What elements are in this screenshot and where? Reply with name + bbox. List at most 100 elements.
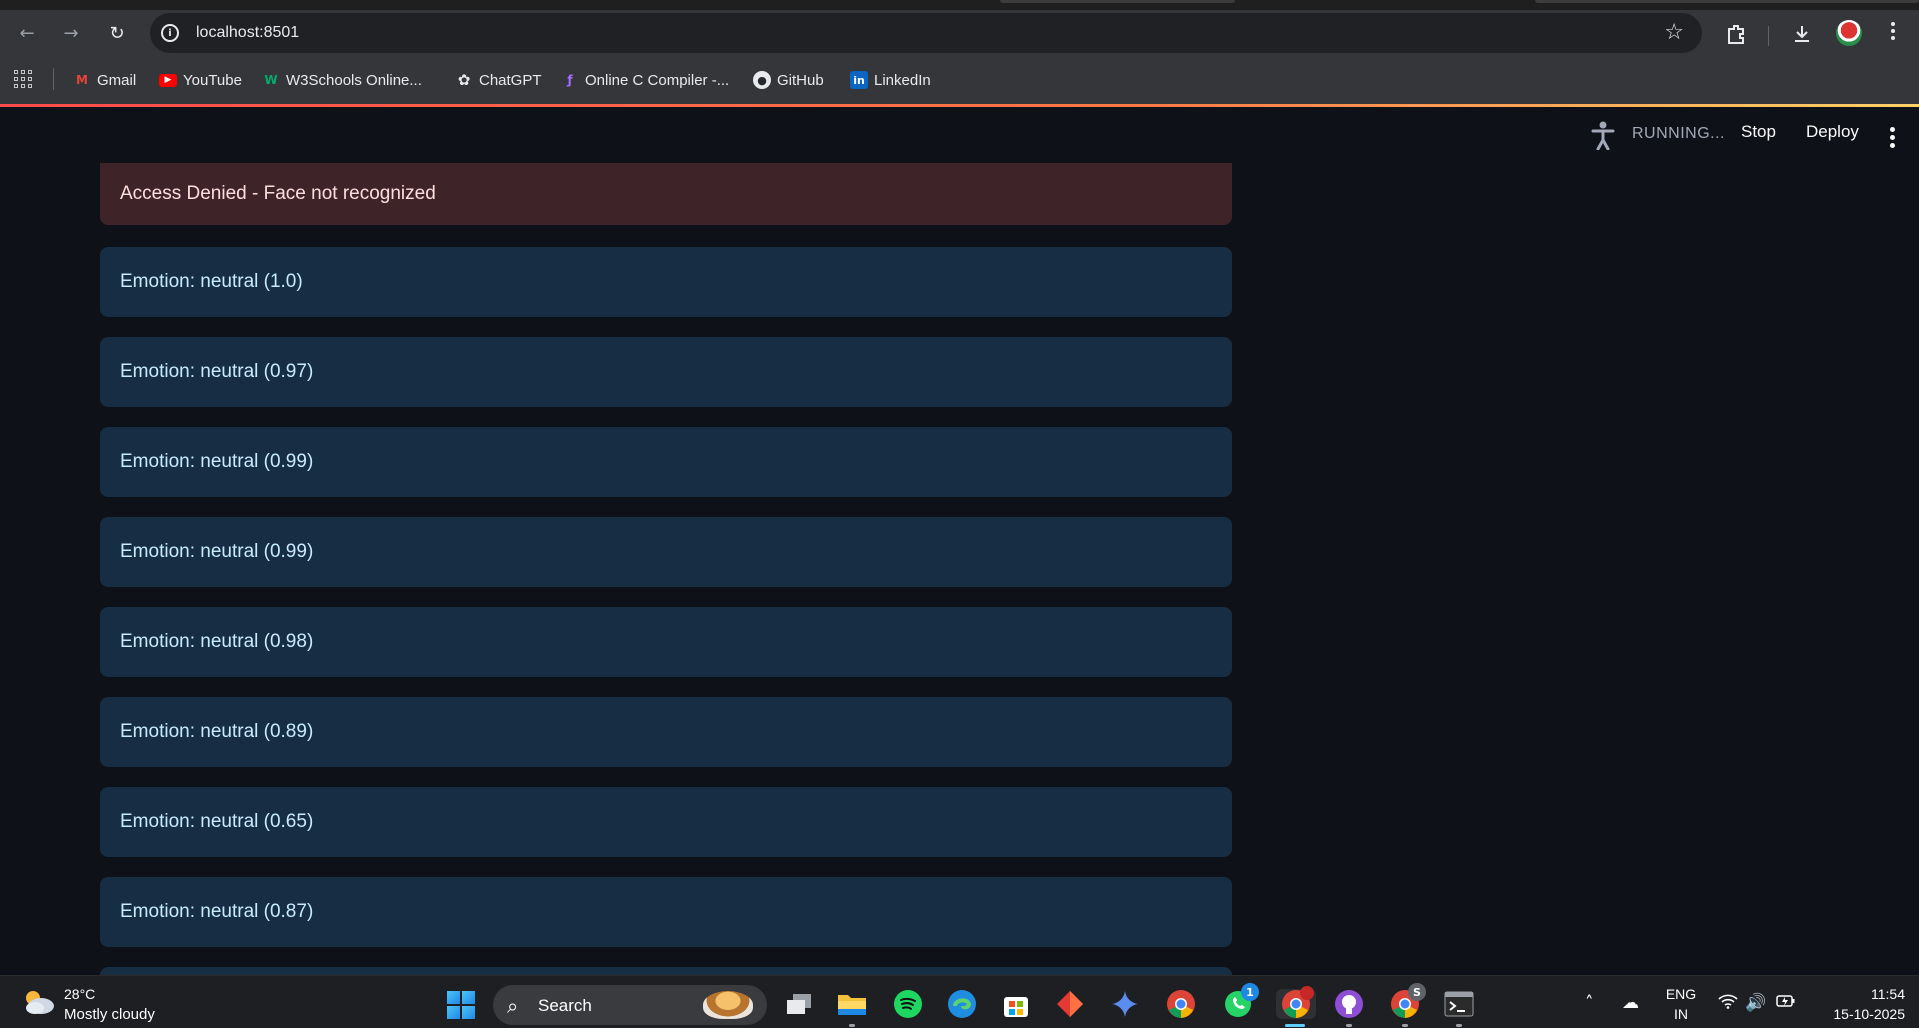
forward-button[interactable]: → <box>56 18 86 48</box>
tab-edge <box>1535 0 1919 3</box>
windows-start-icon[interactable] <box>447 991 475 1019</box>
bookmark-w3schools[interactable]: W W3Schools Online... <box>262 68 422 92</box>
battery-charging-icon[interactable] <box>1776 993 1796 1014</box>
bookmark-linkedin[interactable]: in LinkedIn <box>850 68 931 92</box>
emotion-info-alert: Emotion: neutral (0.99) <box>100 517 1232 587</box>
w3schools-icon: W <box>264 73 278 87</box>
kite-app-icon[interactable] <box>1055 989 1085 1019</box>
bookmark-label: ChatGPT <box>479 71 542 89</box>
taskbar: 28°C Mostly cloudy ⌕ Search 1 S ˄ ☁ ENG … <box>0 975 1919 1028</box>
active-app-indicator <box>1285 1024 1305 1027</box>
terminal-icon[interactable] <box>1444 989 1474 1019</box>
profile-avatar[interactable] <box>1836 20 1862 46</box>
chrome-active-icon[interactable] <box>1276 986 1316 1019</box>
bookmark-github[interactable]: ● GitHub <box>753 68 824 92</box>
bookmark-label: YouTube <box>183 71 242 89</box>
reload-button[interactable]: ↻ <box>102 18 132 48</box>
emotion-text: Emotion: neutral (0.65) <box>120 811 314 832</box>
bookmark-label: W3Schools Online... <box>286 71 422 89</box>
github-icon: ● <box>753 71 771 89</box>
toolbar-divider <box>1768 26 1769 46</box>
chrome-profile-s-icon[interactable]: S <box>1390 983 1426 1019</box>
app-header: RUNNING... Stop Deploy <box>0 107 1919 162</box>
microsoft-store-icon[interactable] <box>1001 989 1031 1019</box>
bookmark-label: Gmail <box>97 71 137 89</box>
extensions-icon[interactable] <box>1722 20 1750 48</box>
error-message: Access Denied - Face not recognized <box>120 183 436 204</box>
running-indicator <box>1402 1024 1408 1027</box>
bookmark-youtube[interactable]: ▶ YouTube <box>159 68 242 92</box>
app-menu-icon[interactable] <box>1890 127 1895 151</box>
running-indicator <box>1456 1024 1462 1027</box>
emotion-text: Emotion: neutral (1.0) <box>120 271 303 292</box>
wifi-icon[interactable] <box>1718 993 1738 1014</box>
volume-icon[interactable]: 🔊 <box>1745 993 1766 1013</box>
tab-strip <box>0 0 1919 10</box>
running-indicator <box>1346 1024 1352 1027</box>
weather-temperature[interactable]: 28°C <box>64 986 95 1002</box>
onedrive-cloud-icon[interactable]: ☁ <box>1622 993 1639 1013</box>
downloads-icon[interactable] <box>1788 20 1816 48</box>
emotion-text: Emotion: neutral (0.87) <box>120 901 314 922</box>
back-button[interactable]: ← <box>12 18 42 48</box>
bookmarks-divider <box>53 68 54 90</box>
emotion-info-alert: Emotion: neutral (0.99) <box>100 427 1232 497</box>
bookmark-label: LinkedIn <box>874 71 931 89</box>
file-explorer-icon[interactable] <box>837 989 867 1019</box>
emotion-info-alert: Emotion: neutral (0.89) <box>100 697 1232 767</box>
error-alert: Access Denied - Face not recognized <box>100 163 1232 225</box>
emotion-text: Emotion: neutral (0.99) <box>120 451 314 472</box>
bookmark-label: GitHub <box>777 71 824 89</box>
emotion-text: Emotion: neutral (0.99) <box>120 541 314 562</box>
chatgpt-icon: ✿ <box>457 71 471 89</box>
clock-date[interactable]: 15-10-2025 <box>1815 1006 1905 1022</box>
linkedin-icon: in <box>850 71 868 89</box>
emotion-text: Emotion: neutral (0.98) <box>120 631 314 652</box>
emotion-text: Emotion: neutral (0.89) <box>120 721 314 742</box>
stop-button[interactable]: Stop <box>1741 122 1776 142</box>
weather-description[interactable]: Mostly cloudy <box>64 1006 155 1023</box>
bookmark-label: Online C Compiler -... <box>585 71 730 89</box>
browser-menu-icon[interactable] <box>1890 22 1896 40</box>
emotion-info-alert: Emotion: neutral (0.97) <box>100 337 1232 407</box>
address-bar[interactable]: i localhost:8501 ☆ <box>150 13 1702 53</box>
bookmark-chatgpt[interactable]: ✿ ChatGPT <box>455 68 542 92</box>
running-indicator <box>849 1024 855 1027</box>
youtube-icon: ▶ <box>159 73 177 87</box>
github-desktop-icon[interactable] <box>1334 989 1364 1019</box>
tab-edge <box>1000 0 1235 3</box>
whatsapp-icon[interactable]: 1 <box>1223 983 1259 1019</box>
deploy-button[interactable]: Deploy <box>1806 122 1859 142</box>
emotion-text: Emotion: neutral (0.97) <box>120 361 314 382</box>
bookmark-online-c-compiler[interactable]: ƒ Online C Compiler -... <box>561 68 729 92</box>
emotion-info-alert: Emotion: neutral (0.87) <box>100 877 1232 947</box>
whatsapp-notification-badge: 1 <box>1241 983 1259 1001</box>
show-hidden-icons-chevron-icon[interactable]: ˄ <box>1585 993 1594 1013</box>
browser-toolbar: ← → ↻ i localhost:8501 ☆ <box>0 10 1919 56</box>
gmail-icon: M <box>76 73 88 87</box>
chrome-profile-badge <box>1300 986 1314 1000</box>
region-indicator[interactable]: IN <box>1664 1006 1698 1022</box>
task-view-icon[interactable] <box>784 989 814 1019</box>
emotion-info-alert: Emotion: neutral (0.65) <box>100 787 1232 857</box>
bookmark-star-icon[interactable]: ☆ <box>1664 20 1684 45</box>
search-icon: ⌕ <box>507 994 519 1018</box>
edge-icon[interactable] <box>947 989 977 1019</box>
bookmarks-bar: M Gmail ▶ YouTube W W3Schools Online... … <box>0 56 1919 104</box>
spotify-icon[interactable] <box>893 989 923 1019</box>
site-info-icon[interactable]: i <box>161 24 179 42</box>
running-status: RUNNING... <box>1632 125 1725 142</box>
url-text[interactable]: localhost:8501 <box>196 24 299 42</box>
apps-grid-icon[interactable] <box>14 70 32 88</box>
weather-cloudy-icon[interactable] <box>22 988 56 1016</box>
clock-time[interactable]: 11:54 <box>1815 986 1905 1002</box>
taskbar-search[interactable]: ⌕ Search <box>493 985 767 1025</box>
language-indicator[interactable]: ENG <box>1664 986 1698 1002</box>
gemini-icon[interactable] <box>1110 989 1140 1019</box>
bookmark-gmail[interactable]: M Gmail <box>73 68 136 92</box>
search-highlight-pie-icon <box>703 991 753 1019</box>
emotion-info-alert-partial <box>100 967 1232 975</box>
streamlit-app: RUNNING... Stop Deploy Access Denied - F… <box>0 107 1919 975</box>
compiler-icon: ƒ <box>567 73 573 87</box>
chrome-icon[interactable] <box>1166 989 1196 1019</box>
